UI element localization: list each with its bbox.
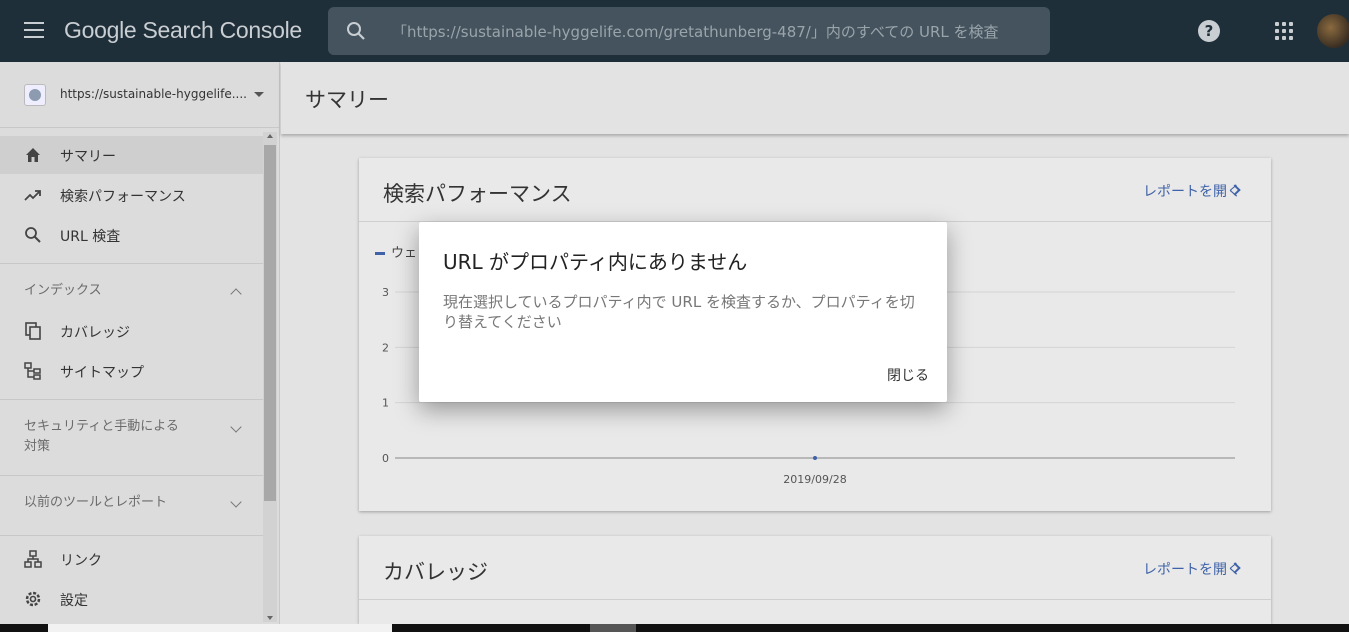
scroll-up-icon[interactable] xyxy=(267,134,273,138)
property-globe-icon xyxy=(24,84,46,106)
property-selector[interactable]: https://sustainable-hyggelife.... xyxy=(0,62,279,128)
chevron-up-icon[interactable] xyxy=(230,288,242,300)
scroll-down-icon[interactable] xyxy=(267,616,273,620)
apps-grid-icon[interactable] xyxy=(1275,22,1293,40)
page-header: サマリー xyxy=(281,62,1349,134)
open-report-link[interactable]: レポートを開く xyxy=(1143,181,1241,201)
legend-swatch xyxy=(375,252,385,255)
x-tick-label: 2019/09/28 xyxy=(783,473,846,486)
section-security-line1: セキュリティと手動による xyxy=(24,419,179,434)
url-not-in-property-dialog: URL がプロパティ内にありません 現在選択しているプロパティ内で URL を検… xyxy=(419,222,947,402)
sidebar-item-sitemaps[interactable]: サイトマップ xyxy=(0,352,263,390)
sidebar-item-label: サマリー xyxy=(60,149,116,165)
help-icon[interactable]: ? xyxy=(1198,20,1220,42)
links-icon xyxy=(24,550,42,568)
divider xyxy=(0,475,263,476)
sidebar-item-label: 検索パフォーマンス xyxy=(60,189,186,205)
page-title: サマリー xyxy=(305,88,389,112)
dialog-title: URL がプロパティ内にありません xyxy=(443,250,748,274)
sidebar-item-label: カバレッジ xyxy=(60,325,130,341)
home-icon xyxy=(26,148,40,162)
sidebar: https://sustainable-hyggelife.... サマリー 検… xyxy=(0,62,280,624)
sidebar-item-label: 設定 xyxy=(60,593,88,609)
gear-icon xyxy=(25,591,41,607)
app-brand[interactable]: Google Search Console xyxy=(64,17,302,44)
top-app-bar: Google Search Console 「https://sustainab… xyxy=(0,0,1349,62)
sidebar-item-coverage[interactable]: カバレッジ xyxy=(0,312,263,350)
hamburger-menu-icon[interactable] xyxy=(24,22,44,40)
sidebar-item-label: リンク xyxy=(60,553,102,569)
account-avatar[interactable] xyxy=(1317,14,1349,48)
chevron-down-icon[interactable] xyxy=(230,496,242,508)
trending-up-icon xyxy=(24,190,41,201)
open-report-link[interactable]: レポートを開く xyxy=(1143,559,1241,579)
dialog-message: 現在選択しているプロパティ内で URL を検査するか、プロパティを切り替えてくだ… xyxy=(443,293,915,331)
close-button[interactable]: 閉じる xyxy=(887,365,929,385)
y-tick-label: 3 xyxy=(382,286,389,299)
data-point[interactable] xyxy=(813,456,817,460)
sitemap-icon xyxy=(24,362,41,380)
taskbar-search[interactable] xyxy=(48,624,392,632)
divider xyxy=(0,535,263,536)
sidebar-item-performance[interactable]: 検索パフォーマンス xyxy=(0,176,263,214)
property-url: https://sustainable-hyggelife.... xyxy=(60,87,247,101)
search-input[interactable]: 「https://sustainable-hyggelife.com/greta… xyxy=(392,21,999,42)
y-tick-label: 2 xyxy=(382,341,389,354)
card-title: カバレッジ xyxy=(383,560,488,584)
sidebar-scrollbar[interactable] xyxy=(263,132,277,622)
url-inspect-search-bar[interactable]: 「https://sustainable-hyggelife.com/greta… xyxy=(328,7,1050,55)
section-index[interactable]: インデックス xyxy=(24,281,102,301)
taskbar-app[interactable] xyxy=(590,624,636,632)
coverage-card: カバレッジ レポートを開く xyxy=(359,536,1271,624)
chevron-down-icon[interactable] xyxy=(230,421,242,433)
sidebar-item-label: サイトマップ xyxy=(60,365,144,381)
search-icon xyxy=(25,227,41,243)
sidebar-item-settings[interactable]: 設定 xyxy=(0,580,263,618)
copy-icon xyxy=(25,322,41,340)
card-title: 検索パフォーマンス xyxy=(383,182,572,206)
scrollbar-thumb[interactable] xyxy=(264,145,276,501)
search-icon xyxy=(347,22,365,40)
section-security[interactable]: セキュリティと手動による 対策 xyxy=(24,417,179,457)
divider xyxy=(0,263,263,264)
sidebar-item-url-inspection[interactable]: URL 検査 xyxy=(0,216,263,254)
sidebar-item-label: URL 検査 xyxy=(60,229,121,245)
sidebar-item-summary[interactable]: サマリー xyxy=(0,136,263,174)
os-taskbar xyxy=(0,624,1349,632)
y-tick-label: 0 xyxy=(382,452,389,465)
divider xyxy=(0,399,263,400)
section-legacy-tools[interactable]: 以前のツールとレポート xyxy=(24,493,167,513)
y-tick-label: 1 xyxy=(382,397,389,410)
sidebar-item-links[interactable]: リンク xyxy=(0,540,263,578)
card-divider xyxy=(359,599,1271,600)
dropdown-caret-icon xyxy=(254,92,264,97)
section-security-line2: 対策 xyxy=(24,439,51,454)
